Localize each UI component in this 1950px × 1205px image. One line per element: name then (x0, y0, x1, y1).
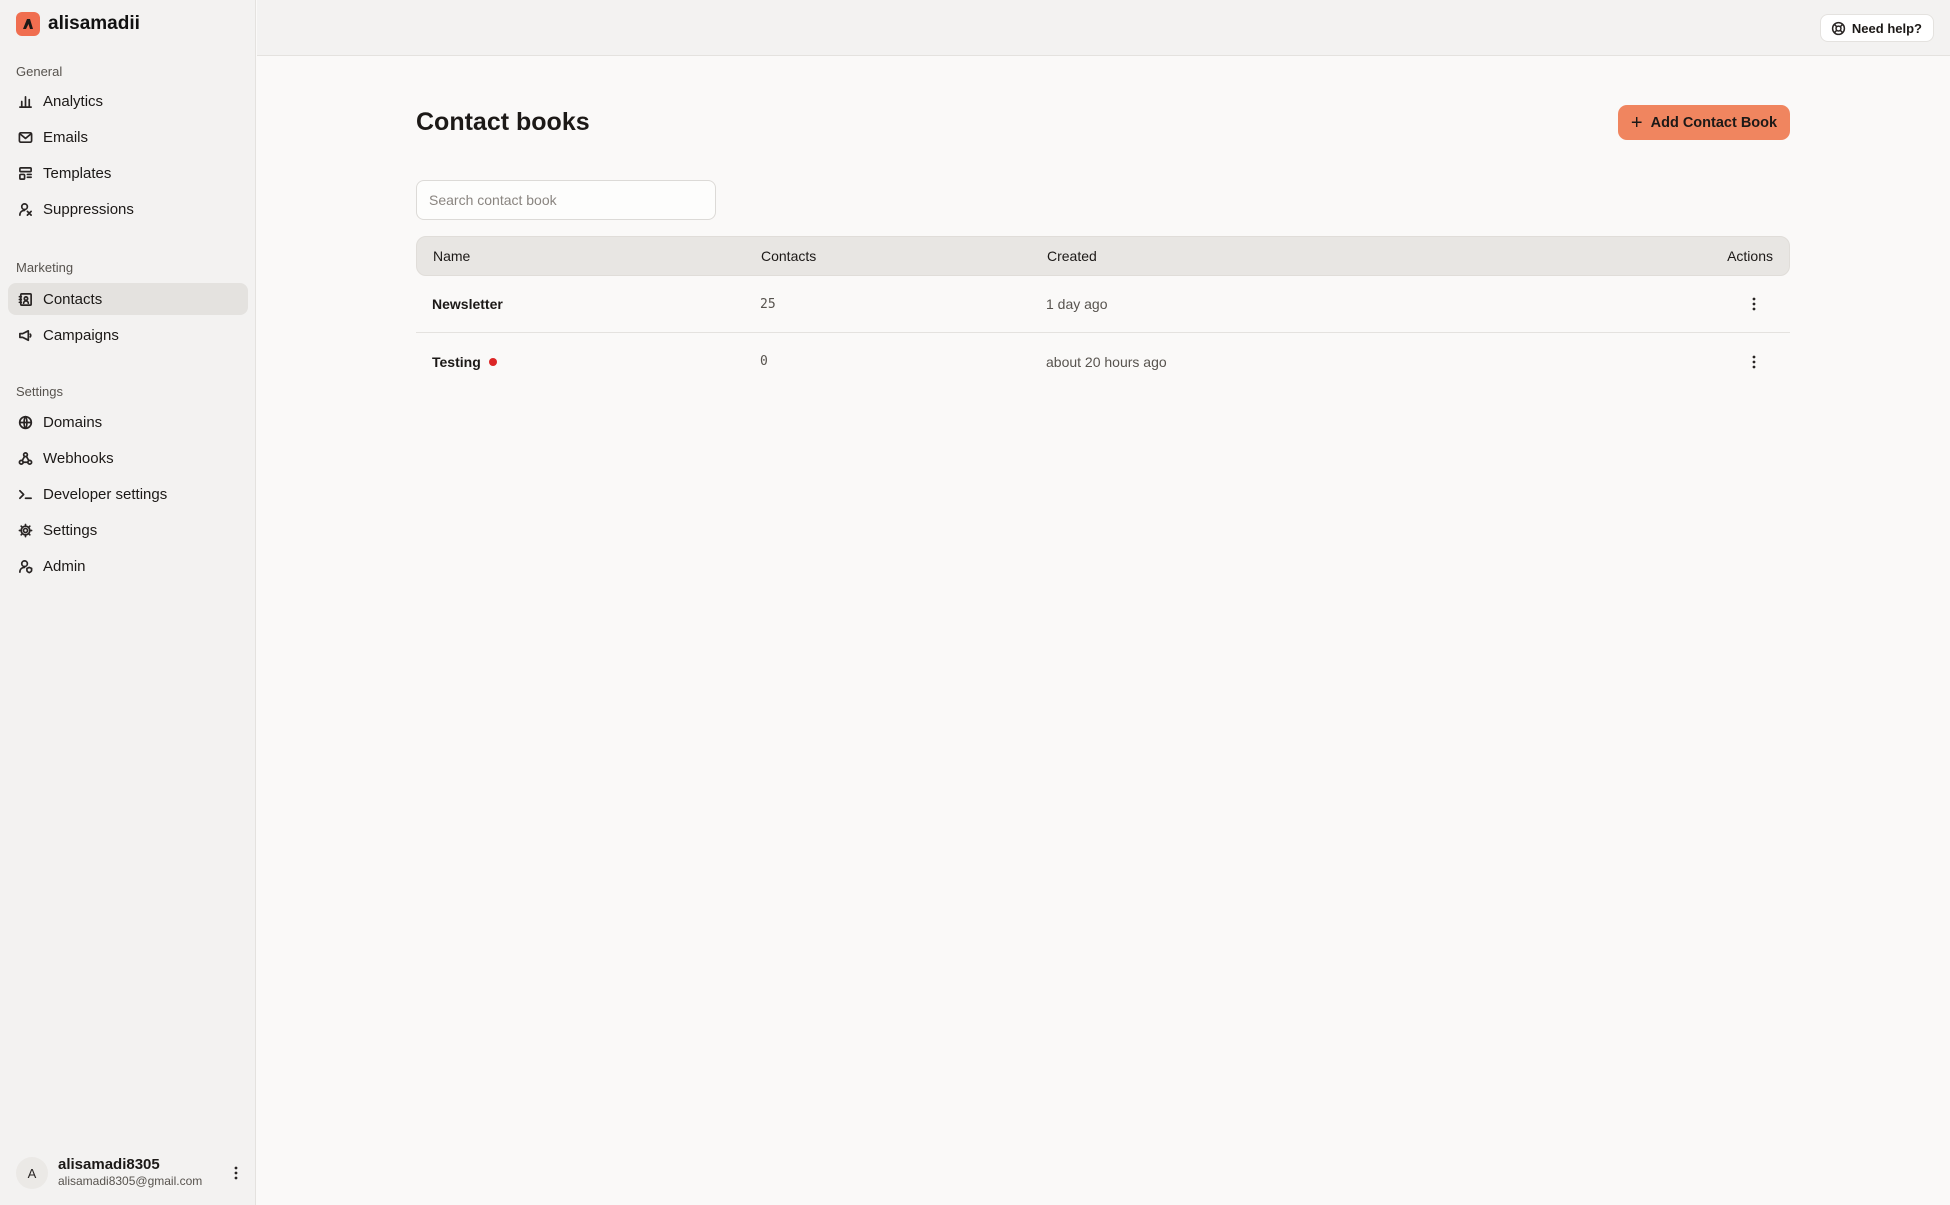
sidebar-item-webhooks[interactable]: Webhooks (8, 442, 248, 474)
team-name: alisamadii (48, 13, 140, 34)
sidebar-item-developer-settings[interactable]: Developer settings (8, 478, 248, 510)
sidebar-item-analytics[interactable]: Analytics (8, 85, 248, 117)
brand-logo-icon (16, 12, 40, 36)
sidebar-item-contacts[interactable]: Contacts (8, 283, 248, 315)
row-actions (1640, 294, 1790, 314)
avatar: A (16, 1157, 48, 1189)
add-contact-book-label: Add Contact Book (1650, 114, 1778, 131)
nav-section-settings: Settings Domains Webhooks Developer sett… (8, 381, 248, 586)
contact-book-icon (17, 291, 33, 307)
row-menu-kebab-icon[interactable] (1744, 294, 1764, 314)
column-header-contacts: Contacts (761, 248, 817, 264)
bar-chart-icon (17, 93, 33, 109)
contact-book-name-text: Newsletter (432, 296, 503, 312)
contact-count: 25 (760, 296, 776, 312)
sidebar-item-label: Developer settings (43, 485, 168, 503)
megaphone-icon (17, 327, 33, 343)
created-time: about 20 hours ago (1046, 353, 1167, 370)
mail-icon (17, 129, 33, 145)
sidebar-item-label: Templates (43, 164, 112, 182)
search-input[interactable] (416, 180, 716, 220)
contact-books-table: Name Contacts Created Actions Newsletter… (416, 236, 1790, 390)
plus-icon: + (1630, 111, 1643, 134)
contact-book-name-text: Testing (432, 353, 481, 370)
sidebar-item-label: Admin (43, 557, 86, 575)
user-menu-kebab-icon[interactable] (228, 1165, 244, 1181)
brand[interactable]: alisamadii (16, 12, 140, 36)
globe-icon (17, 414, 33, 430)
user-block-icon (17, 201, 33, 217)
created-time: 1 day ago (1046, 296, 1108, 312)
sidebar-item-settings[interactable]: Settings (8, 514, 248, 546)
sidebar-item-suppressions[interactable]: Suppressions (8, 193, 248, 225)
sidebar-item-campaigns[interactable]: Campaigns (8, 319, 248, 351)
sidebar-item-label: Settings (43, 521, 98, 539)
contact-book-name[interactable]: Newsletter (416, 296, 760, 312)
layout-template-icon (17, 165, 33, 181)
row-menu-kebab-icon[interactable] (1744, 352, 1764, 372)
table-row[interactable]: Testing 0 about 20 hours ago (416, 333, 1790, 390)
nav-heading: Marketing (16, 260, 74, 275)
nav-heading: Settings (16, 384, 63, 399)
contact-book-name[interactable]: Testing (416, 354, 760, 370)
sidebar-item-label: Contacts (43, 290, 103, 308)
sidebar-item-domains[interactable]: Domains (8, 406, 248, 438)
sidebar-item-label: Campaigns (43, 326, 119, 344)
column-header-name: Name (433, 248, 471, 264)
topbar: Need help? (257, 0, 1950, 56)
webhook-icon (17, 450, 33, 466)
need-help-label: Need help? (1851, 20, 1922, 36)
sidebar-item-admin[interactable]: Admin (8, 550, 248, 582)
sidebar-item-label: Suppressions (43, 200, 134, 218)
gear-icon (17, 522, 33, 538)
need-help-button[interactable]: Need help? (1819, 14, 1934, 42)
user-name: alisamadi8305 (58, 1156, 160, 1173)
user-profile[interactable]: A alisamadi8305 alisamadi8305@gmail.com (16, 1153, 244, 1193)
nav-section-marketing: Marketing Contacts Campaigns (8, 257, 248, 355)
add-contact-book-button[interactable]: + Add Contact Book (1618, 105, 1790, 140)
column-header-actions: Actions (1727, 248, 1773, 264)
terminal-icon (17, 486, 33, 502)
user-shield-icon (17, 558, 33, 574)
nav-section-general: General Analytics Emails Templates Suppr… (8, 61, 248, 229)
column-header-created: Created (1047, 248, 1097, 264)
sidebar-item-label: Domains (43, 413, 103, 431)
lifebuoy-icon (1831, 21, 1846, 35)
sidebar-item-label: Webhooks (43, 449, 114, 467)
user-info: alisamadi8305 alisamadi8305@gmail.com (58, 1157, 218, 1189)
sidebar: alisamadii General Analytics Emails Temp… (0, 0, 256, 1205)
row-actions (1640, 352, 1790, 372)
table-row[interactable]: Newsletter 25 1 day ago (416, 276, 1790, 333)
table-header: Name Contacts Created Actions (416, 236, 1790, 276)
sidebar-item-templates[interactable]: Templates (8, 157, 248, 189)
sidebar-item-label: Emails (43, 128, 89, 146)
sidebar-item-label: Analytics (43, 92, 104, 110)
sidebar-item-emails[interactable]: Emails (8, 121, 248, 153)
status-dot-icon (488, 357, 497, 366)
page-title: Contact books (416, 108, 590, 136)
user-email: alisamadi8305@gmail.com (58, 1174, 203, 1188)
contact-count: 0 (760, 354, 768, 369)
nav-heading: General (16, 64, 63, 79)
